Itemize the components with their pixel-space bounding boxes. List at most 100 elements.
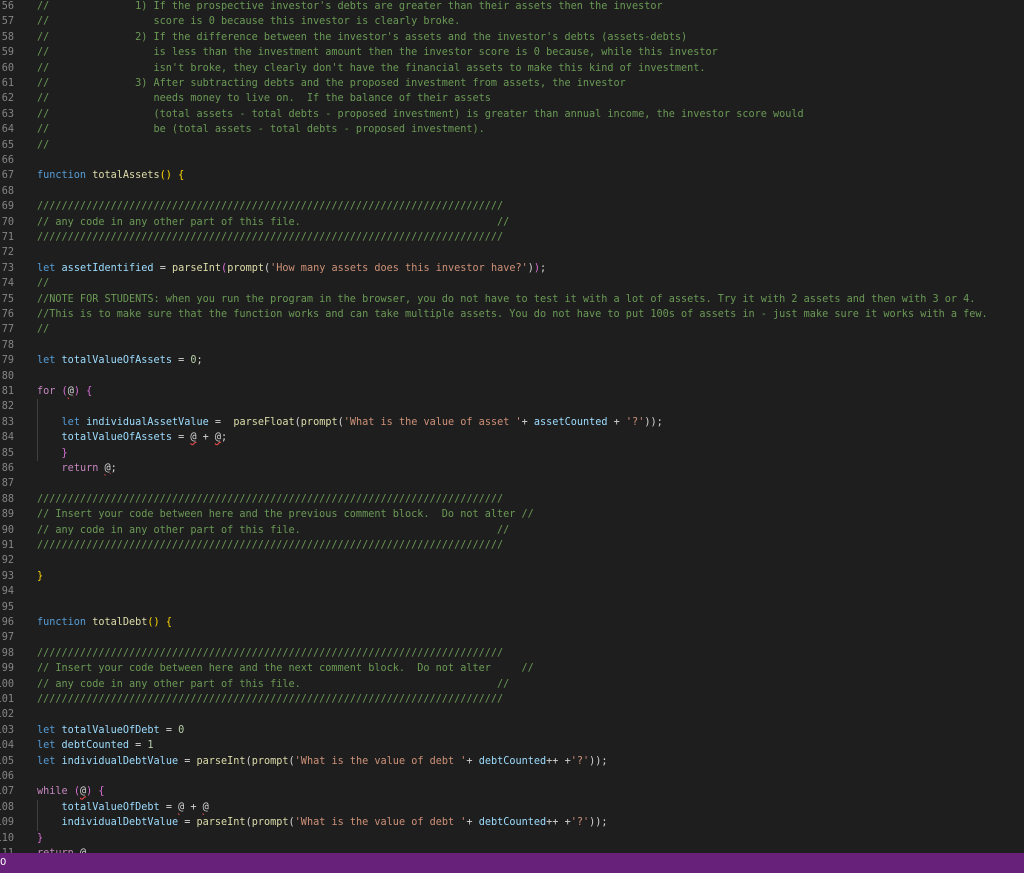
line-content: // any code in any other part of this fi…	[37, 677, 509, 692]
code-line[interactable]: 68	[0, 184, 1024, 199]
code-token: individualDebtValue	[61, 817, 179, 829]
line-content: ////////////////////////////////////////…	[37, 646, 503, 661]
code-line[interactable]: 90 // any code in any other part of this …	[0, 523, 1024, 538]
code-line[interactable]: 101 /////////////////////////////////////…	[0, 692, 1024, 707]
code-token: +	[521, 416, 534, 428]
line-content: ////////////////////////////////////////…	[37, 230, 503, 245]
code-token: let	[37, 724, 62, 736]
code-line[interactable]: 82	[0, 399, 1024, 414]
code-line[interactable]: 64 // be (total assets - total debts - pr…	[0, 122, 1024, 137]
line-number: 104	[0, 740, 14, 752]
code-line[interactable]: 72	[0, 245, 1024, 260]
line-number: 101	[0, 694, 14, 705]
code-line[interactable]: 71 //////////////////////////////////////…	[0, 230, 1024, 245]
code-line[interactable]: 61 // 3) After subtracting debts and the …	[0, 76, 1024, 91]
code-line[interactable]: 65 //	[0, 138, 1024, 153]
code-token: //	[37, 324, 50, 336]
line-content: return @	[37, 846, 86, 853]
code-token: ////////////////////////////////////////…	[37, 493, 504, 505]
code-token: 1	[147, 740, 154, 752]
code-line[interactable]: 88 //////////////////////////////////////…	[0, 492, 1024, 507]
code-line[interactable]: 85 }	[0, 446, 1024, 461]
code-line[interactable]: 108 totalValueOfDebt = @ + @	[0, 800, 1024, 815]
status-bar-indicator[interactable]: 0	[0, 853, 6, 873]
line-number: 63	[1, 108, 14, 120]
code-line[interactable]: 91 //////////////////////////////////////…	[0, 538, 1024, 553]
code-line[interactable]: 111 return @	[0, 846, 1024, 853]
code-token: 0	[178, 724, 185, 736]
line-number: 103	[0, 724, 14, 736]
line-content: //This is to make sure that the function…	[37, 307, 988, 322]
code-token: //	[37, 278, 50, 290]
code-line[interactable]: 81 for (@) {	[0, 384, 1024, 399]
code-token: // (total assets - total debts - propose…	[37, 108, 804, 120]
code-line[interactable]: 103 let totalValueOfDebt = 0	[0, 723, 1024, 738]
line-content: // 2) If the difference between the inve…	[37, 30, 687, 45]
code-line[interactable]: 83 let individualAssetValue = parseFloat…	[0, 415, 1024, 430]
code-line[interactable]: 92	[0, 553, 1024, 568]
code-line[interactable]: 96 function totalDebt() {	[0, 615, 1024, 630]
code-line[interactable]: 105 let individualDebtValue = parseInt(pr…	[0, 754, 1024, 769]
code-line[interactable]: 77 //	[0, 322, 1024, 337]
code-line[interactable]: 74 //	[0, 276, 1024, 291]
code-token: parseFloat	[233, 416, 295, 428]
code-line[interactable]: 62 // needs money to live on. If the bala…	[0, 91, 1024, 106]
code-line[interactable]: 73 let assetIdentified = parseInt(prompt(…	[0, 261, 1024, 276]
code-line[interactable]: 67 function totalAssets() {	[0, 168, 1024, 183]
line-content: //NOTE FOR STUDENTS: when you run the pr…	[37, 292, 975, 307]
code-line[interactable]: 66	[0, 153, 1024, 168]
code-line[interactable]: 94	[0, 584, 1024, 599]
line-content: // is less than the investment amount th…	[37, 45, 718, 60]
code-token: ++ +	[546, 817, 571, 829]
code-line[interactable]: 99 // Insert your code between here and t…	[0, 661, 1024, 676]
code-line[interactable]: 89 // Insert your code between here and t…	[0, 507, 1024, 522]
code-line[interactable]: 98 //////////////////////////////////////…	[0, 646, 1024, 661]
code-line[interactable]: 84 totalValueOfAssets = @ + @;	[0, 430, 1024, 445]
code-line[interactable]: 87	[0, 476, 1024, 491]
line-content: // 3) After subtracting debts and the pr…	[37, 76, 626, 91]
line-number: 73	[1, 262, 14, 274]
code-line[interactable]: 107 while (@) {	[0, 784, 1024, 799]
code-line[interactable]: 78	[0, 338, 1024, 353]
line-content: //	[37, 322, 49, 337]
line-number: 105	[0, 755, 14, 767]
code-line[interactable]: 57 // score is 0 because this investor is…	[0, 14, 1024, 29]
line-number: 81	[1, 386, 14, 397]
code-line[interactable]: 100 // any code in any other part of this…	[0, 677, 1024, 692]
code-line[interactable]: 97	[0, 630, 1024, 645]
code-token: }	[37, 832, 44, 844]
code-line[interactable]: 93}	[0, 569, 1024, 584]
line-number: 79	[1, 355, 14, 367]
code-line[interactable]: 75 //NOTE FOR STUDENTS: when you run the …	[0, 292, 1024, 307]
code-line[interactable]: 63 // (total assets - total debts - propo…	[0, 107, 1024, 122]
line-content: totalValueOfDebt = @ + @	[37, 800, 209, 815]
code-token: 'What is the value of asset '	[343, 416, 522, 428]
code-line[interactable]: 60 // isn't broke, they clearly don't hav…	[0, 61, 1024, 76]
code-line[interactable]: 58 // 2) If the difference between the in…	[0, 30, 1024, 45]
line-number: 96	[1, 617, 14, 628]
code-line[interactable]: 86 return @;	[0, 461, 1024, 476]
line-number: 67	[1, 170, 14, 182]
code-line[interactable]: 70 // any code in any other part of this …	[0, 215, 1024, 230]
line-number: 66	[1, 155, 14, 166]
code-editor[interactable]: 56 // 1) If the prospective investor's de…	[0, 0, 1024, 853]
line-number: 75	[1, 293, 14, 305]
code-line[interactable]: 102	[0, 707, 1024, 722]
code-line[interactable]: 79 let totalValueOfAssets = 0;	[0, 353, 1024, 368]
code-line[interactable]: 80	[0, 369, 1024, 384]
code-line[interactable]: 110}	[0, 831, 1024, 846]
code-line[interactable]: 59 // is less than the investment amount …	[0, 45, 1024, 60]
line-content: //	[37, 276, 49, 291]
code-line[interactable]: 76 //This is to make sure that the functi…	[0, 307, 1024, 322]
line-number: 97	[1, 632, 14, 644]
code-line[interactable]: 104 let debtCounted = 1	[0, 738, 1024, 753]
code-line[interactable]: 56 // 1) If the prospective investor's de…	[0, 0, 1024, 14]
line-number: 61	[1, 78, 14, 89]
code-line[interactable]: 109 individualDebtValue = parseInt(promp…	[0, 815, 1024, 830]
code-line[interactable]: 106	[0, 769, 1024, 784]
line-content: // needs money to live on. If the balanc…	[37, 91, 491, 106]
code-line[interactable]: 69 //////////////////////////////////////…	[0, 199, 1024, 214]
code-line[interactable]: 95	[0, 600, 1024, 615]
code-token: parseInt	[171, 262, 222, 274]
